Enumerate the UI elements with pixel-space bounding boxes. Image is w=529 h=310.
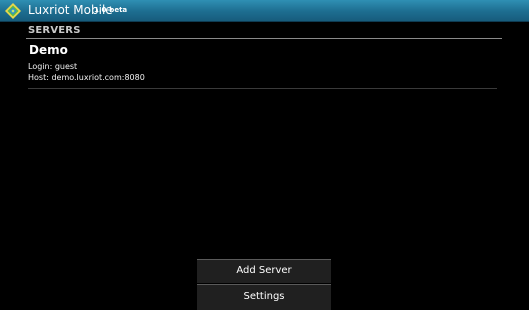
- server-list-item-demo[interactable]: Demo Login: guest Host: demo.luxriot.com…: [26, 41, 498, 88]
- server-login: Login: guest: [28, 62, 78, 71]
- server-host: Host: demo.luxriot.com:8080: [28, 73, 145, 82]
- app-version: 1.0-beta: [94, 6, 128, 14]
- section-divider: [26, 38, 502, 39]
- list-divider: [28, 88, 497, 89]
- server-name: Demo: [29, 43, 68, 57]
- settings-menu-item[interactable]: Settings: [197, 284, 331, 310]
- add-server-menu-item[interactable]: Add Server: [197, 259, 331, 283]
- action-bar: Luxriot Mobile 1.0-beta: [0, 0, 529, 22]
- servers-section-header: SERVERS: [28, 25, 81, 36]
- luxriot-logo-icon[interactable]: [4, 2, 22, 20]
- options-menu: Add Server Settings: [197, 259, 331, 310]
